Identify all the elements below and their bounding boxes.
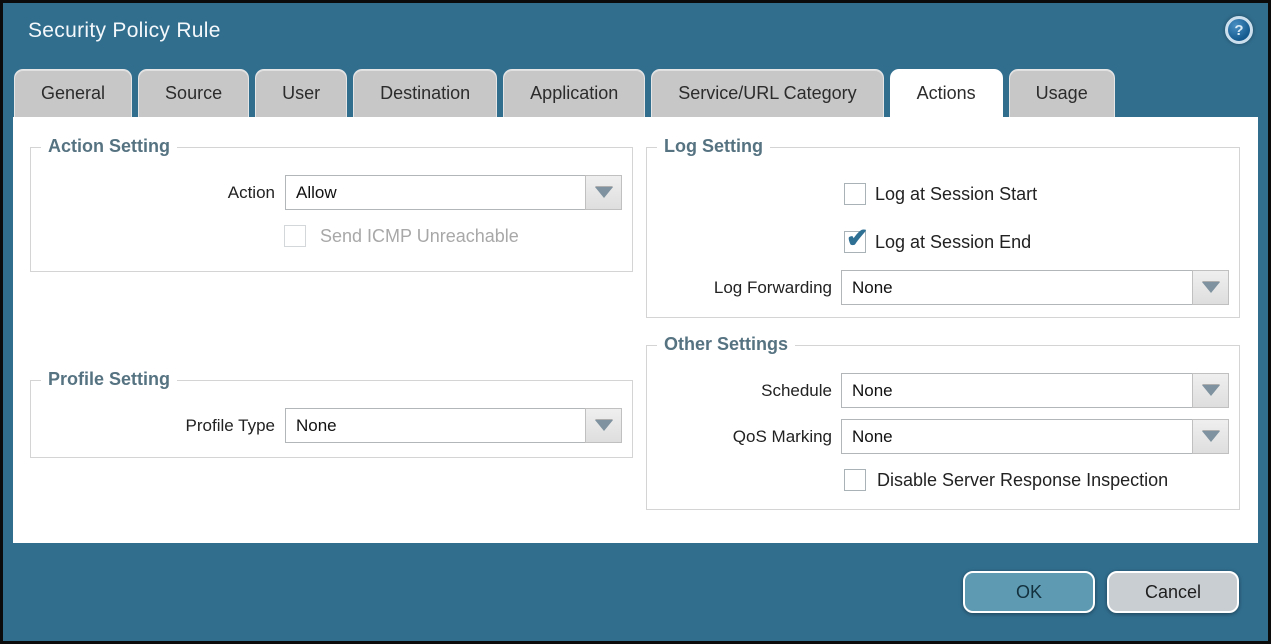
tab-destination[interactable]: Destination: [353, 69, 497, 117]
profile-type-select-value: None: [285, 408, 586, 443]
qos-marking-label: QoS Marking: [632, 426, 832, 448]
schedule-select-arrow-button[interactable]: [1192, 373, 1229, 408]
log-forwarding-select[interactable]: None: [841, 270, 1229, 305]
security-policy-rule-dialog: Security Policy Rule ? General Source Us…: [3, 3, 1268, 641]
chevron-down-icon: [1202, 431, 1220, 442]
tab-user[interactable]: User: [255, 69, 347, 117]
action-select[interactable]: Allow: [285, 175, 622, 210]
chevron-down-icon: [1202, 282, 1220, 293]
schedule-select-value: None: [841, 373, 1193, 408]
profile-type-select[interactable]: None: [285, 408, 622, 443]
log-at-session-start-checkbox[interactable]: [844, 183, 866, 205]
ok-button[interactable]: OK: [963, 571, 1095, 613]
tab-bar: General Source User Destination Applicat…: [14, 69, 1115, 117]
content-panel: Action Setting Action Allow Send ICMP Un…: [13, 117, 1258, 543]
disable-server-response-inspection-label: Disable Server Response Inspection: [877, 469, 1168, 491]
send-icmp-unreachable-checkbox: [284, 225, 306, 247]
tab-usage[interactable]: Usage: [1009, 69, 1115, 117]
log-at-session-start-label: Log at Session Start: [875, 183, 1037, 205]
profile-type-label: Profile Type: [75, 415, 275, 437]
disable-server-response-inspection-checkbox[interactable]: [844, 469, 866, 491]
action-select-value: Allow: [285, 175, 586, 210]
tab-source[interactable]: Source: [138, 69, 249, 117]
log-forwarding-label: Log Forwarding: [632, 277, 832, 299]
tab-application[interactable]: Application: [503, 69, 645, 117]
tab-actions[interactable]: Actions: [890, 69, 1003, 117]
schedule-label: Schedule: [632, 380, 832, 402]
profile-setting-legend: Profile Setting: [41, 369, 177, 390]
chevron-down-icon: [595, 187, 613, 198]
log-forwarding-select-value: None: [841, 270, 1193, 305]
qos-marking-select-value: None: [841, 419, 1193, 454]
profile-type-select-arrow-button[interactable]: [585, 408, 622, 443]
tab-general[interactable]: General: [14, 69, 132, 117]
log-at-session-end-checkbox[interactable]: [844, 231, 866, 253]
qos-marking-select[interactable]: None: [841, 419, 1229, 454]
chevron-down-icon: [595, 420, 613, 431]
tab-service-url-category[interactable]: Service/URL Category: [651, 69, 883, 117]
action-setting-legend: Action Setting: [41, 136, 177, 157]
log-setting-legend: Log Setting: [657, 136, 770, 157]
send-icmp-unreachable-label: Send ICMP Unreachable: [320, 225, 519, 247]
qos-marking-select-arrow-button[interactable]: [1192, 419, 1229, 454]
cancel-button[interactable]: Cancel: [1107, 571, 1239, 613]
schedule-select[interactable]: None: [841, 373, 1229, 408]
help-icon[interactable]: ?: [1225, 16, 1253, 44]
action-label: Action: [75, 182, 275, 204]
action-select-arrow-button[interactable]: [585, 175, 622, 210]
other-settings-legend: Other Settings: [657, 334, 795, 355]
dialog-title: Security Policy Rule: [28, 19, 221, 43]
log-forwarding-select-arrow-button[interactable]: [1192, 270, 1229, 305]
chevron-down-icon: [1202, 385, 1220, 396]
log-at-session-end-label: Log at Session End: [875, 231, 1031, 253]
